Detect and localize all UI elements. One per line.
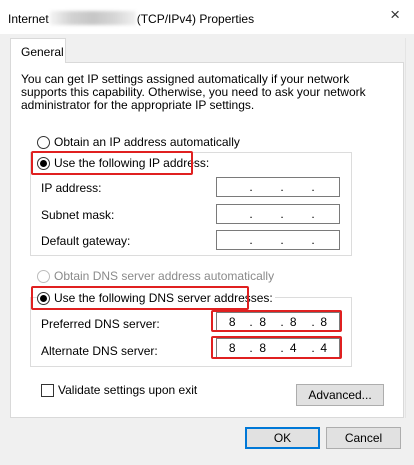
octet-dot: . — [249, 207, 253, 221]
highlight-preferred-dns — [211, 310, 342, 332]
tab-general-label: General — [21, 45, 64, 59]
octet-dot: . — [311, 233, 315, 247]
octet-dot: . — [280, 180, 284, 194]
ip-address-label: IP address: — [41, 181, 102, 195]
highlight-dns-option — [31, 286, 249, 310]
octet-dot: . — [311, 180, 315, 194]
octet-dot: . — [249, 180, 253, 194]
cancel-button-label: Cancel — [344, 431, 383, 445]
radio-unselected-icon — [37, 135, 50, 149]
default-gateway-input[interactable]: . . . — [216, 230, 340, 250]
preferred-dns-label: Preferred DNS server: — [41, 317, 160, 331]
title-bar: Internet (TCP/IPv4) Properties × — [0, 0, 414, 34]
octet-dot: . — [280, 207, 284, 221]
validate-settings-label: Validate settings upon exit — [58, 383, 198, 397]
octet-dot: . — [280, 233, 284, 247]
ok-button[interactable]: OK — [245, 427, 320, 449]
highlight-alternate-dns — [211, 336, 342, 359]
cancel-button[interactable]: Cancel — [326, 427, 401, 449]
window-title-prefix: Internet — [8, 12, 49, 26]
close-icon[interactable]: × — [390, 5, 400, 25]
blurred-adapter-name — [49, 11, 136, 25]
properties-dialog: Internet (TCP/IPv4) Properties × General … — [0, 0, 414, 465]
octet-dot: . — [249, 233, 253, 247]
tab-general[interactable]: General — [10, 38, 66, 63]
obtain-dns-auto-label: Obtain DNS server address automatically — [54, 269, 275, 283]
octet-dot: . — [311, 207, 315, 221]
alternate-dns-label: Alternate DNS server: — [41, 344, 158, 358]
background-window-edge — [405, 38, 414, 418]
validate-settings-checkbox[interactable]: Validate settings upon exit — [41, 383, 197, 397]
advanced-button[interactable]: Advanced... — [296, 384, 384, 406]
advanced-button-label: Advanced... — [308, 388, 372, 402]
radio-disabled-icon — [37, 269, 50, 283]
checkbox-unchecked-icon — [41, 383, 54, 397]
subnet-mask-input[interactable]: . . . — [216, 204, 340, 224]
window-title: Internet (TCP/IPv4) Properties — [8, 11, 254, 26]
default-gateway-label: Default gateway: — [41, 234, 131, 248]
description-text: You can get IP settings assigned automat… — [21, 72, 366, 112]
obtain-ip-auto-radio[interactable]: Obtain an IP address automatically — [37, 135, 240, 149]
window-title-suffix: (TCP/IPv4) Properties — [136, 12, 255, 26]
ok-button-label: OK — [273, 431, 292, 445]
obtain-dns-auto-radio[interactable]: Obtain DNS server address automatically — [37, 269, 274, 283]
highlight-ip-option — [31, 151, 193, 175]
obtain-ip-auto-label: Obtain an IP address automatically — [54, 135, 240, 149]
ip-address-input[interactable]: . . . — [216, 177, 340, 197]
subnet-mask-label: Subnet mask: — [41, 208, 115, 222]
